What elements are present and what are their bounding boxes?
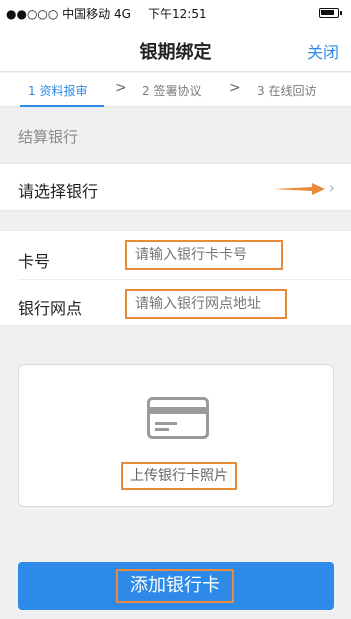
- active-step-underline: [20, 105, 104, 107]
- arrow-right-icon: [274, 183, 325, 195]
- card-number-label: 卡号: [18, 252, 51, 271]
- bank-branch-label: 银行网点: [18, 299, 83, 318]
- chevron-right-icon: ›: [328, 178, 335, 197]
- step-1: 1 资料报审: [28, 84, 88, 98]
- status-time: 下午12:51: [148, 7, 207, 21]
- carrier-signal: ●●○○○ 中国移动 4G: [6, 7, 131, 21]
- step-2: 2 签署协议: [142, 84, 202, 98]
- nav-bar: 银期绑定 关闭: [0, 24, 351, 72]
- step-3: 3 在线回访: [257, 84, 317, 98]
- upload-card-photo-area[interactable]: 上传银行卡照片: [18, 364, 334, 507]
- select-bank-label: 请选择银行: [18, 182, 99, 201]
- upload-card-photo-label[interactable]: 上传银行卡照片: [121, 462, 237, 490]
- bank-branch-input[interactable]: [125, 289, 287, 319]
- step-indicator: 1 资料报审 > 2 签署协议 > 3 在线回访: [0, 73, 351, 107]
- select-bank-row[interactable]: 请选择银行 ›: [0, 163, 351, 211]
- divider: [18, 279, 351, 280]
- section-label-settlement-bank: 结算银行: [18, 128, 79, 146]
- bank-card-icon: [147, 397, 209, 439]
- card-number-input[interactable]: [125, 240, 283, 270]
- chevron-right-icon: >: [115, 80, 127, 96]
- status-bar: ●●○○○ 中国移动 4G 下午12:51: [0, 0, 351, 24]
- page-title: 银期绑定: [139, 42, 212, 63]
- card-info-form: 卡号 银行网点: [0, 230, 351, 326]
- close-button[interactable]: 关闭: [307, 39, 339, 63]
- add-bank-card-button[interactable]: 添加银行卡: [18, 562, 334, 610]
- chevron-right-icon: >: [229, 80, 241, 96]
- add-bank-card-label: 添加银行卡: [116, 569, 234, 603]
- battery-icon: [319, 8, 342, 18]
